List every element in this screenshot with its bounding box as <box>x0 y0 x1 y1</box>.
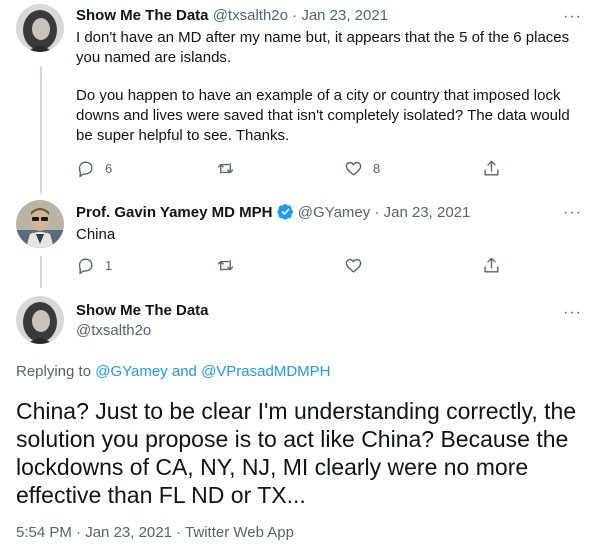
mention-link[interactable]: @VPrasadMDMPH <box>201 363 330 380</box>
more-icon[interactable]: ··· <box>563 9 582 25</box>
tweet-date[interactable]: Jan 23, 2021 <box>384 204 471 221</box>
display-name[interactable]: Prof. Gavin Yamey MD MPH <box>76 204 272 221</box>
reply-button[interactable]: 1 <box>76 256 112 275</box>
replying-and[interactable]: and <box>172 363 197 380</box>
user-handle[interactable]: @txsalth2o <box>213 7 288 24</box>
main-tweet-text: China? Just to be clear I'm understandin… <box>16 398 577 508</box>
like-button[interactable] <box>344 256 373 275</box>
display-name-block: Show Me The Data @txsalth2o <box>76 302 209 339</box>
separator: · <box>292 7 298 24</box>
user-handle[interactable]: @txsalth2o <box>76 322 209 339</box>
replying-to: Replying to @GYamey and @VPrasadMDMPH <box>16 363 330 380</box>
tweet-actions: 1 <box>76 256 506 276</box>
retweet-button[interactable] <box>216 256 245 275</box>
separator: · <box>176 524 182 541</box>
like-icon <box>345 161 362 176</box>
like-button[interactable]: 8 <box>344 159 380 178</box>
reply-count: 6 <box>105 161 113 176</box>
avatar[interactable] <box>16 200 64 248</box>
verified-badge-icon <box>276 204 294 221</box>
tweet-header: Show Me The Data @txsalth2o · Jan 23, 20… <box>76 7 388 24</box>
tweet-date[interactable]: Jan 23, 2021 <box>301 7 388 24</box>
share-icon <box>484 257 499 273</box>
retweet-button[interactable] <box>216 159 245 178</box>
tweet-text: China <box>76 226 116 243</box>
tweet-paragraph: I don't have an MD after my name but, it… <box>76 29 570 66</box>
replying-prefix: Replying to <box>16 363 92 380</box>
more-icon[interactable]: ··· <box>563 305 582 321</box>
separator: · <box>374 204 380 221</box>
share-button[interactable] <box>482 256 501 275</box>
tweet-client[interactable]: Twitter Web App <box>185 524 294 541</box>
share-icon <box>484 160 499 176</box>
tweet-paragraph: Do you happen to have an example of a ci… <box>76 87 570 144</box>
mention-link[interactable]: @GYamey <box>95 363 167 380</box>
retweet-icon <box>217 163 234 174</box>
tweet-timestamp: 5:54 PM · Jan 23, 2021 · Twitter Web App <box>16 524 294 541</box>
separator: · <box>76 524 82 541</box>
display-name[interactable]: Show Me The Data <box>76 7 209 24</box>
retweet-icon <box>217 260 234 271</box>
tweet-time[interactable]: 5:54 PM <box>16 524 72 541</box>
display-name[interactable]: Show Me The Data <box>76 302 209 319</box>
share-button[interactable] <box>482 159 501 178</box>
user-handle[interactable]: @GYamey <box>298 204 370 221</box>
reply-icon <box>78 161 93 178</box>
tweet-date[interactable]: Jan 23, 2021 <box>85 524 172 541</box>
reply-button[interactable]: 6 <box>76 159 112 178</box>
tweet-actions: 6 8 <box>76 159 506 179</box>
thread-line-1 <box>40 66 42 194</box>
reply-icon <box>78 258 93 275</box>
like-count: 8 <box>373 161 381 176</box>
more-icon[interactable]: ··· <box>563 205 582 221</box>
like-icon <box>345 258 362 273</box>
avatar[interactable] <box>16 296 64 344</box>
thread-line-2 <box>40 256 42 288</box>
tweet-header: Prof. Gavin Yamey MD MPH @GYamey · Jan 2… <box>76 203 470 221</box>
tweet-text: I don't have an MD after my name but, it… <box>76 28 581 146</box>
reply-count: 1 <box>105 258 113 273</box>
avatar[interactable] <box>16 4 64 52</box>
